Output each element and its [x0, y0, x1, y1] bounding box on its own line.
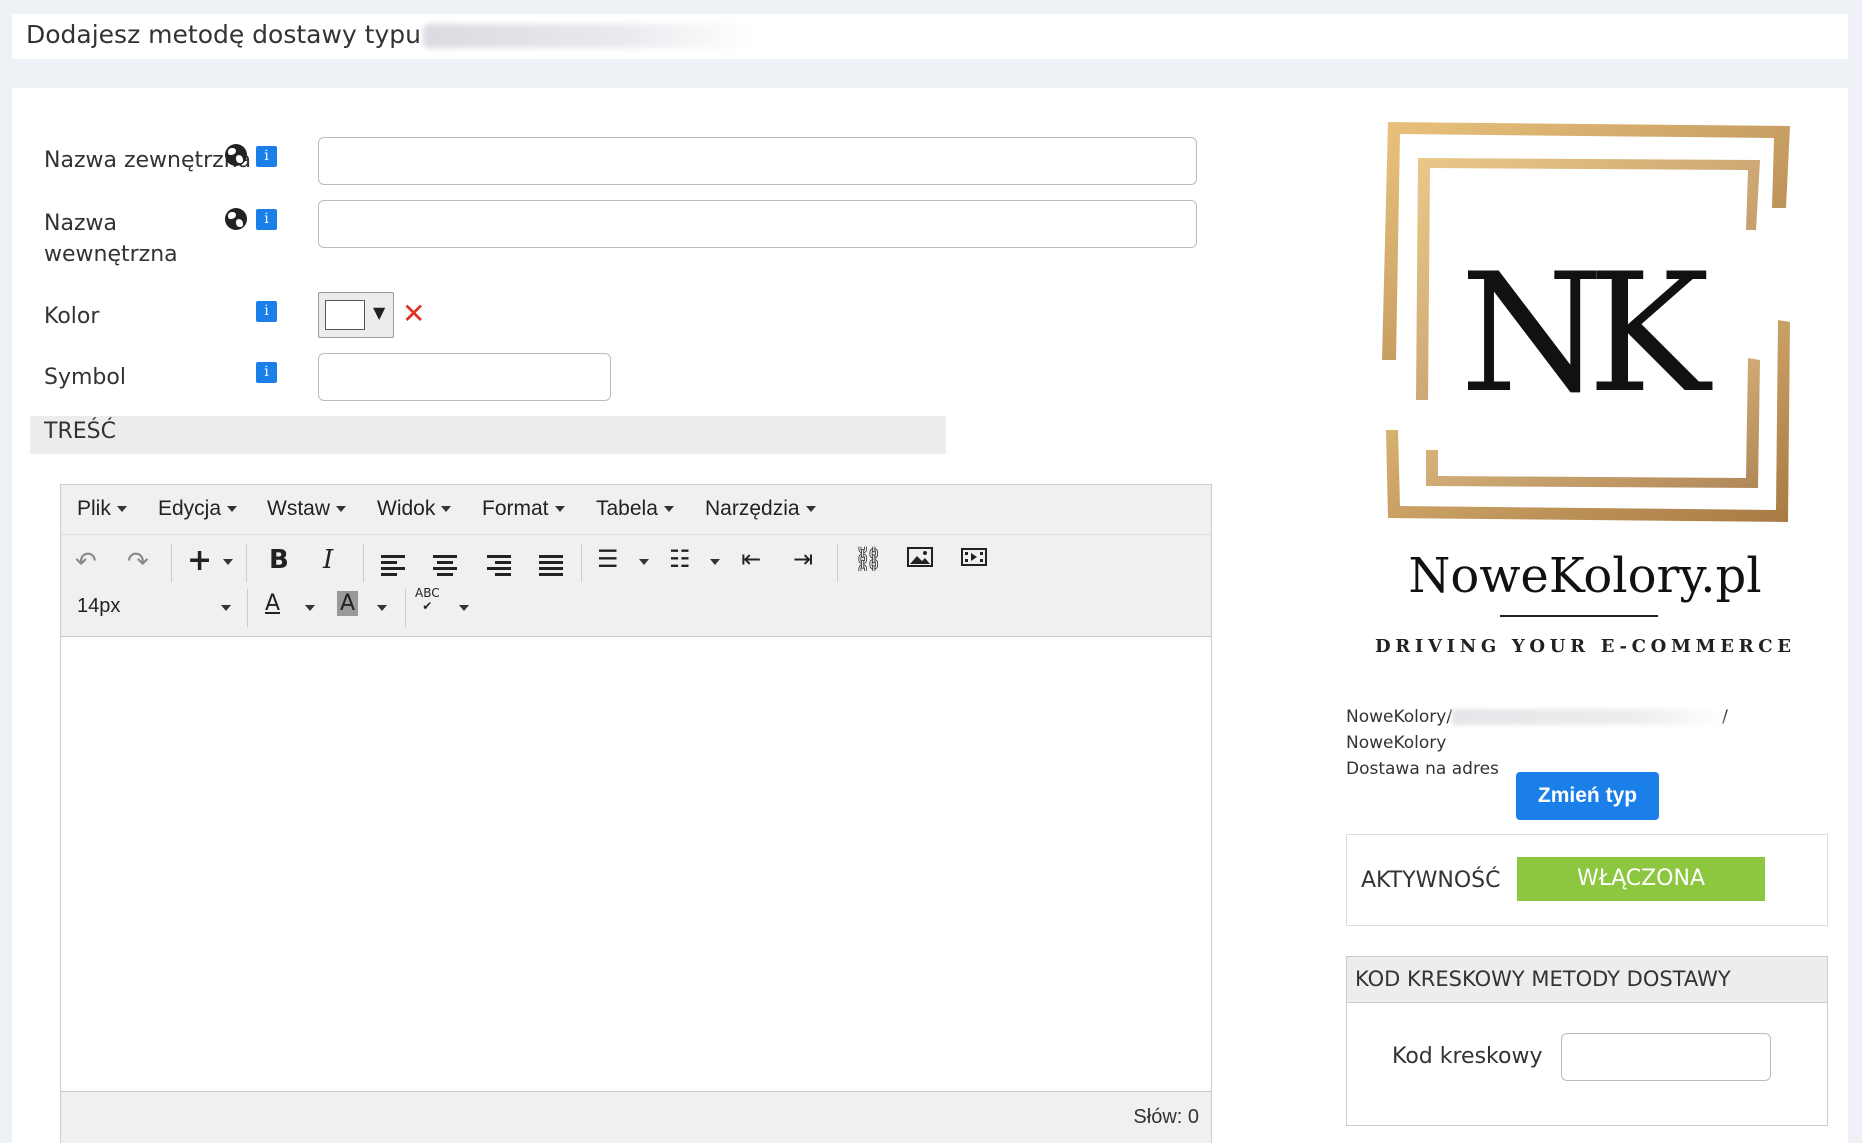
redo-icon[interactable]: ↷ [127, 547, 149, 577]
redacted-type-name [423, 24, 753, 48]
globe-icon [225, 144, 247, 166]
page-title: Dodajesz metodę dostawy typu [26, 20, 753, 49]
undo-icon[interactable]: ↶ [75, 547, 97, 577]
word-count: Słów: 0 [1133, 1106, 1199, 1128]
menu-insert[interactable]: Wstaw [267, 497, 346, 521]
italic-icon[interactable]: I [323, 545, 333, 575]
align-right-icon[interactable] [487, 555, 511, 576]
link-icon[interactable]: ⛓ [853, 545, 883, 573]
menu-tools[interactable]: Narzędzia [705, 497, 816, 521]
toolbar-separator [837, 544, 838, 582]
symbol-label: Symbol [44, 365, 126, 390]
toolbar-separator [363, 544, 364, 582]
chevron-down-icon[interactable] [299, 597, 315, 616]
clear-color-icon[interactable]: ✕ [402, 296, 425, 332]
external-name-input[interactable] [318, 137, 1197, 185]
rich-text-editor: Plik Edycja Wstaw Widok Format Tabela Na… [60, 484, 1212, 1143]
numbered-list-icon[interactable]: ☷ [669, 545, 691, 573]
activity-box: AKTYWNOŚĆ WŁĄCZONA [1346, 834, 1828, 926]
text-color-icon[interactable]: A [265, 591, 280, 616]
menu-table[interactable]: Tabela [596, 497, 674, 521]
barcode-box: KOD KRESKOWY METODY DOSTAWY Kod kreskowy [1346, 956, 1828, 1126]
toolbar-separator [247, 589, 248, 627]
dropdown-arrow-icon: ▼ [373, 303, 386, 322]
spellcheck-icon[interactable]: ABC ✔ [415, 587, 440, 613]
menu-view[interactable]: Widok [377, 497, 452, 521]
internal-name-input[interactable] [318, 200, 1197, 248]
menu-edit[interactable]: Edycja [158, 497, 238, 521]
content-section-title: TREŚĆ [44, 419, 116, 444]
bullet-list-icon[interactable]: ☰ [597, 545, 619, 573]
chevron-down-icon[interactable] [217, 551, 233, 570]
method-path: NoweKolory// NoweKolory Dostawa na adres [1346, 707, 1728, 779]
menu-file[interactable]: Plik [77, 497, 127, 521]
font-size-select[interactable]: 14px [77, 595, 120, 618]
align-justify-icon[interactable] [539, 555, 563, 576]
toolbar-separator [246, 544, 247, 582]
info-icon[interactable]: i [256, 362, 277, 383]
toolbar-separator [171, 544, 172, 582]
content-section-header: TREŚĆ [30, 416, 946, 454]
change-type-button[interactable]: Zmień typ [1516, 772, 1659, 820]
chevron-down-icon[interactable] [215, 597, 231, 616]
logo-tagline: DRIVING YOUR E-COMMERCE [1375, 636, 1795, 657]
chevron-down-icon[interactable] [453, 597, 469, 616]
logo-brand-name: NoweKolory.pl [1408, 548, 1761, 604]
insert-plus-icon[interactable]: + [187, 543, 212, 578]
chevron-down-icon[interactable] [633, 551, 649, 570]
media-icon[interactable] [961, 547, 987, 571]
brand-logo: NK NoweKolory.pl DRIVING YOUR E-COMMERCE [1340, 110, 1800, 670]
color-label: Kolor [44, 304, 100, 329]
activity-toggle[interactable]: WŁĄCZONA [1517, 857, 1765, 901]
page-header: Dodajesz metodę dostawy typu [12, 14, 1848, 59]
symbol-input[interactable] [318, 353, 611, 401]
color-picker[interactable]: ▼ [318, 292, 394, 338]
info-icon[interactable]: i [256, 146, 277, 167]
barcode-section-title: KOD KRESKOWY METODY DOSTAWY [1355, 967, 1731, 991]
external-name-label: Nazwa zewnętrzna [44, 148, 252, 173]
info-icon[interactable]: i [256, 209, 277, 230]
menu-format[interactable]: Format [482, 497, 565, 521]
image-icon[interactable] [907, 547, 933, 571]
editor-toolbar: Plik Edycja Wstaw Widok Format Tabela Na… [61, 485, 1211, 637]
background-color-icon[interactable]: A [337, 591, 359, 616]
toolbar-separator [581, 544, 582, 582]
redacted-path [1452, 709, 1723, 725]
logo-monogram: NK [1460, 238, 1712, 429]
bold-icon[interactable]: B [269, 545, 289, 575]
info-icon[interactable]: i [256, 301, 277, 322]
chevron-down-icon[interactable] [371, 597, 387, 616]
delivery-type: Dostawa na adres [1346, 759, 1499, 779]
toolbar-separator [405, 589, 406, 627]
editor-statusbar: Słów: 0 [61, 1091, 1211, 1143]
editor-menubar: Plik Edycja Wstaw Widok Format Tabela Na… [61, 485, 1211, 535]
align-left-icon[interactable] [381, 555, 405, 576]
align-center-icon[interactable] [433, 555, 457, 576]
barcode-label: Kod kreskowy [1392, 1044, 1543, 1069]
outdent-icon[interactable]: ⇤ [741, 545, 761, 573]
internal-name-label: Nazwa wewnętrzna [44, 211, 178, 267]
chevron-down-icon[interactable] [704, 551, 720, 570]
barcode-section-header: KOD KRESKOWY METODY DOSTAWY [1347, 957, 1827, 1003]
indent-icon[interactable]: ⇥ [793, 545, 813, 573]
barcode-input[interactable] [1561, 1033, 1771, 1081]
color-swatch [325, 300, 365, 330]
activity-label: AKTYWNOŚĆ [1361, 868, 1501, 893]
globe-icon [225, 208, 247, 230]
